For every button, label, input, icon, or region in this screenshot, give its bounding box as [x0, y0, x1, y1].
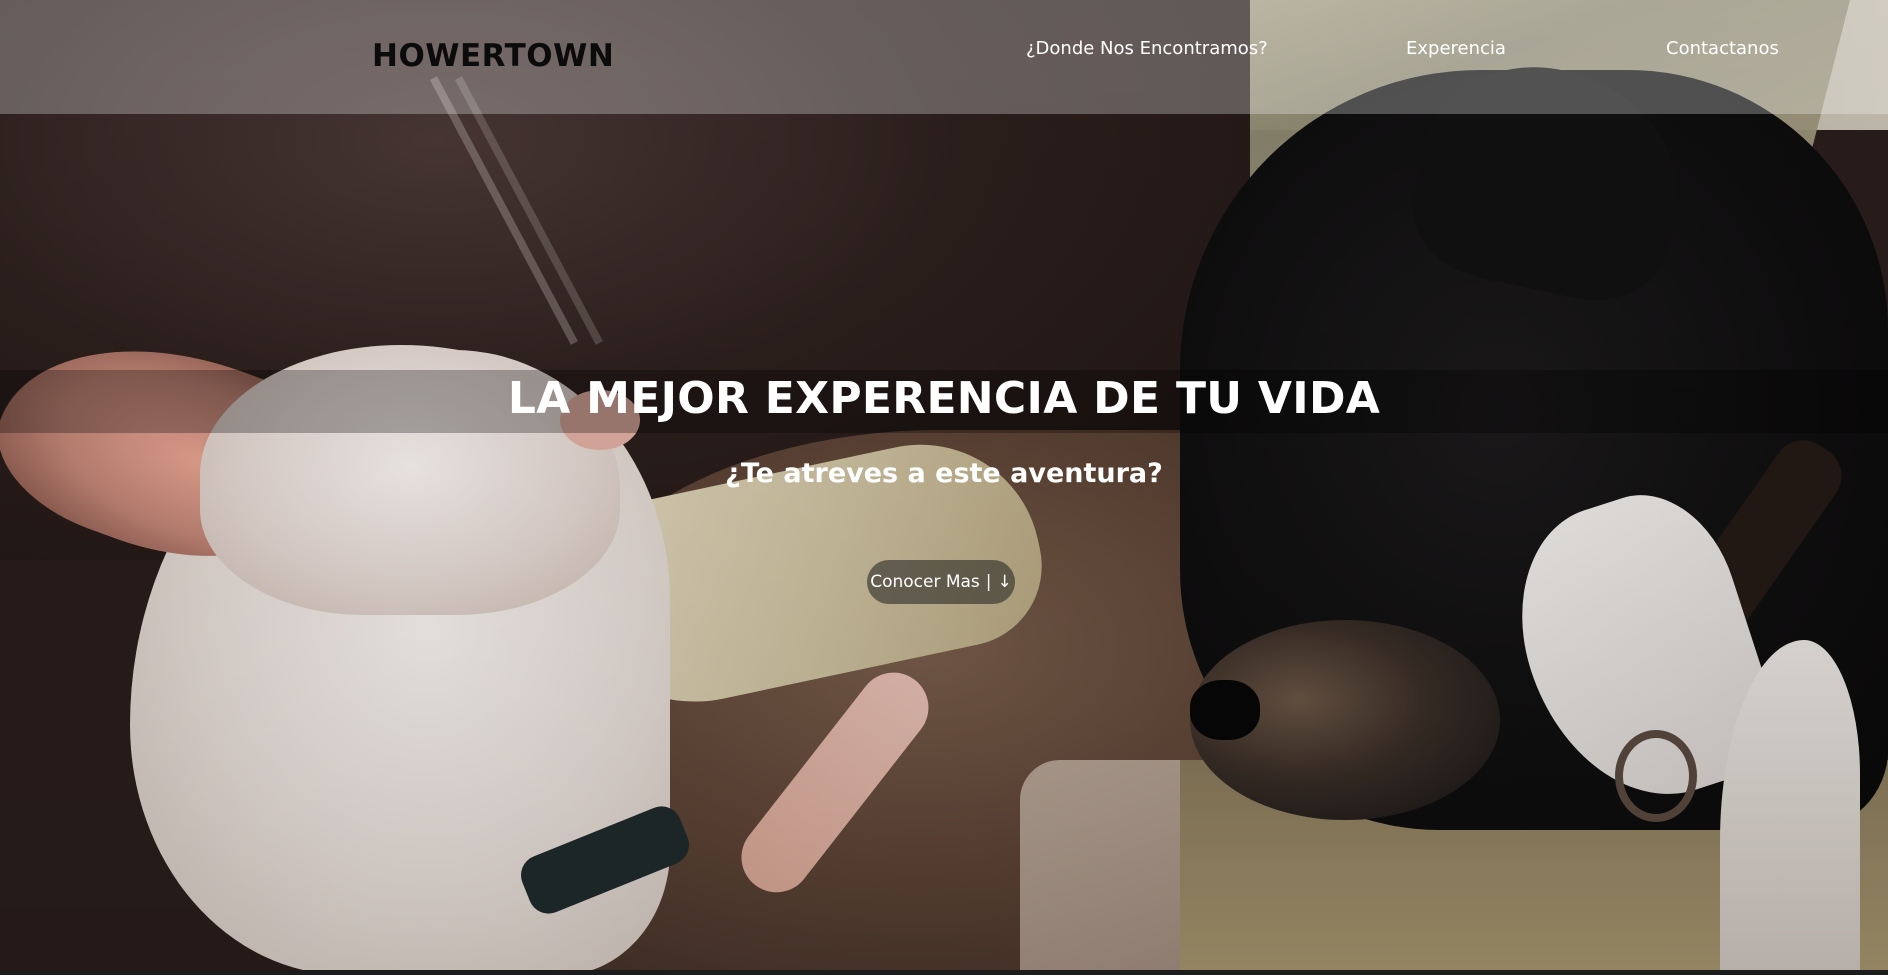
nav-link-contact[interactable]: Contactanos	[1666, 38, 1779, 59]
learn-more-button[interactable]: Conocer Mas | ↓	[867, 560, 1015, 604]
nav-link-experience[interactable]: Experencia	[1406, 38, 1516, 59]
hero-title: LA MEJOR EXPERENCIA DE TU VIDA	[507, 373, 1381, 424]
learn-more-separator: |	[985, 572, 992, 592]
learn-more-label: Conocer Mas	[870, 572, 980, 592]
hero-subtitle: ¿Te atreves a este aventura?	[725, 458, 1163, 489]
arrow-down-icon: ↓	[997, 572, 1012, 592]
top-navbar: HOWERTOWN ¿Donde Nos Encontramos? Expere…	[0, 0, 1888, 114]
main-nav: ¿Donde Nos Encontramos? Experencia Conta…	[1026, 38, 1779, 59]
brand-logo[interactable]: HOWERTOWN	[372, 38, 614, 74]
nav-link-location[interactable]: ¿Donde Nos Encontramos?	[1026, 38, 1268, 59]
hero-section: HOWERTOWN ¿Donde Nos Encontramos? Expere…	[0, 0, 1888, 975]
page-bottom-edge	[0, 970, 1888, 975]
